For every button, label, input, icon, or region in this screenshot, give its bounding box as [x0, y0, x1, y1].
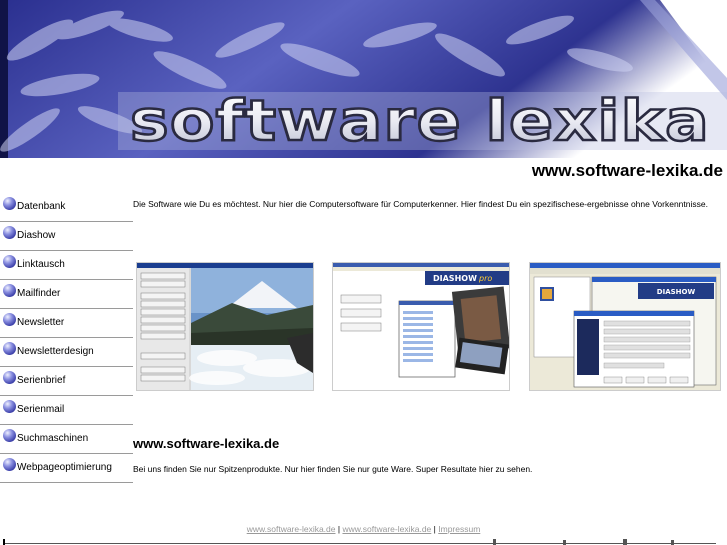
- nav-item-serienmail[interactable]: Serienmail: [0, 396, 133, 425]
- nav-item-label[interactable]: Mailfinder: [17, 288, 60, 299]
- screenshot-thumbnail-diashow-photo[interactable]: [136, 262, 314, 391]
- footer-link-impressum[interactable]: Impressum: [438, 524, 480, 534]
- header-banner: software lexika: [0, 0, 727, 158]
- bullet-icon: [3, 342, 16, 355]
- nav-item-label[interactable]: Serienbrief: [17, 375, 65, 386]
- screenshot-image: DIASHOW: [530, 263, 720, 390]
- nav-item-label[interactable]: Datenbank: [17, 201, 65, 212]
- bullet-icon: [3, 313, 16, 326]
- nav-item-label[interactable]: Webpageoptimierung: [17, 462, 112, 473]
- nav-item-label[interactable]: Suchmaschinen: [17, 433, 88, 444]
- nav-item-label[interactable]: Diashow: [17, 230, 55, 241]
- nav-item-label[interactable]: Linktausch: [17, 259, 65, 270]
- bullet-icon: [3, 284, 16, 297]
- nav-item-datenbank[interactable]: Datenbank: [0, 193, 133, 222]
- bottom-decoration: [3, 539, 716, 545]
- footer-link-home[interactable]: www.software-lexika.de: [247, 524, 336, 534]
- nav-item-label[interactable]: Newsletterdesign: [17, 346, 94, 357]
- footer-link-home-2[interactable]: www.software-lexika.de: [342, 524, 431, 534]
- nav-item-suchmaschinen[interactable]: Suchmaschinen: [0, 425, 133, 454]
- bullet-icon: [3, 226, 16, 239]
- intro-text: Die Software wie Du es möchtest. Nur hie…: [133, 199, 708, 209]
- sidebar-nav: Datenbank Diashow Linktausch Mailfinder …: [0, 193, 133, 483]
- bullet-icon: [3, 255, 16, 268]
- footer-separator: |: [433, 524, 436, 534]
- nav-item-label[interactable]: Serienmail: [17, 404, 64, 415]
- section-title: www.software-lexika.de: [133, 436, 280, 451]
- screenshot-thumbnail-dialog[interactable]: DIASHOW: [529, 262, 721, 391]
- svg-text:pro: pro: [478, 274, 492, 283]
- nav-item-diashow[interactable]: Diashow: [0, 222, 133, 251]
- footer: www.software-lexika.de | www.software-le…: [0, 524, 727, 534]
- site-url: www.software-lexika.de: [531, 161, 723, 180]
- nav-item-label[interactable]: Newsletter: [17, 317, 64, 328]
- nav-item-mailfinder[interactable]: Mailfinder: [0, 280, 133, 309]
- nav-item-newsletter[interactable]: Newsletter: [0, 309, 133, 338]
- nav-item-webpageoptimierung[interactable]: Webpageoptimierung: [0, 454, 133, 483]
- footer-separator: |: [337, 524, 341, 534]
- svg-text:DIASHOW: DIASHOW: [657, 288, 696, 296]
- nav-item-serienbrief[interactable]: Serienbrief: [0, 367, 133, 396]
- bullet-icon: [3, 197, 16, 210]
- screenshot-image: DIASHOW pro: [333, 263, 509, 390]
- svg-text:DIASHOW: DIASHOW: [433, 274, 477, 283]
- bullet-icon: [3, 458, 16, 471]
- screenshot-thumbnail-diashow-pro[interactable]: DIASHOW pro: [332, 262, 510, 391]
- nav-item-newsletterdesign[interactable]: Newsletterdesign: [0, 338, 133, 367]
- bullet-icon: [3, 371, 16, 384]
- screenshot-image: [137, 263, 313, 390]
- bullet-icon: [3, 400, 16, 413]
- logo-text: software lexika: [130, 89, 710, 154]
- nav-item-linktausch[interactable]: Linktausch: [0, 251, 133, 280]
- banner-graphic: software lexika: [0, 0, 727, 158]
- section-text: Bei uns finden Sie nur Spitzenprodukte. …: [133, 464, 533, 474]
- bullet-icon: [3, 429, 16, 442]
